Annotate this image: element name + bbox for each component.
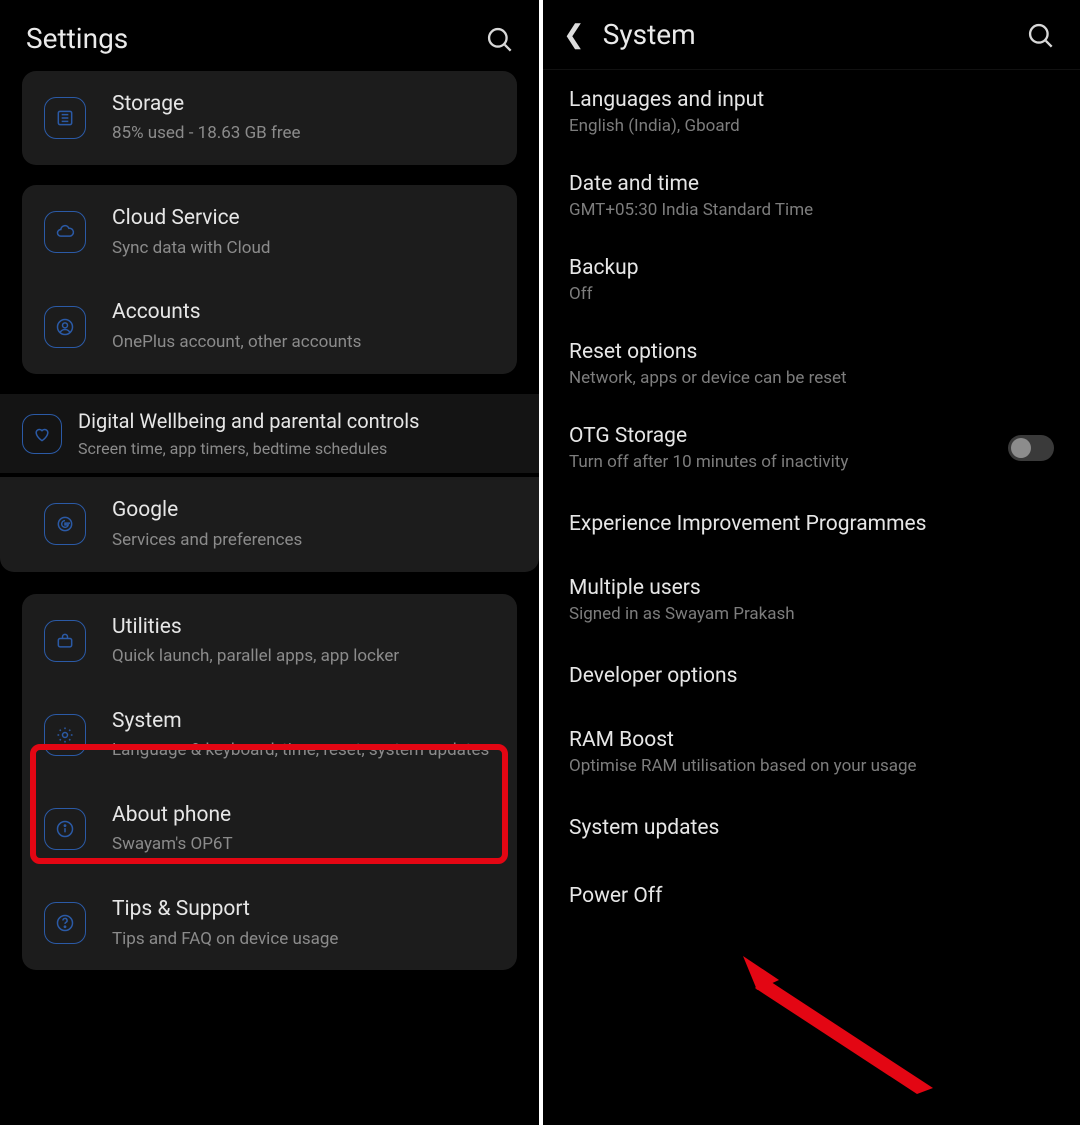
item-developer-options[interactable]: Developer options — [569, 642, 1054, 710]
item-sub: Services and preferences — [112, 529, 517, 552]
question-icon — [44, 902, 86, 944]
item-label: Accounts — [112, 299, 495, 326]
item-date-time[interactable]: Date and time GMT+05:30 India Standard T… — [569, 154, 1054, 238]
account-icon — [44, 306, 86, 348]
item-languages-input[interactable]: Languages and input English (India), Gbo… — [569, 70, 1054, 154]
item-sub: OnePlus account, other accounts — [112, 331, 495, 354]
item-otg-storage[interactable]: OTG Storage Turn off after 10 minutes of… — [569, 406, 1054, 490]
heart-icon — [22, 414, 62, 454]
item-accounts[interactable]: Accounts OnePlus account, other accounts — [22, 279, 517, 373]
item-utilities[interactable]: Utilities Quick launch, parallel apps, a… — [22, 594, 517, 688]
arrow-annotation — [733, 938, 943, 1098]
item-digital-wellbeing[interactable]: Digital Wellbeing and parental controls … — [0, 394, 539, 474]
item-sub: Screen time, app timers, bedtime schedul… — [78, 438, 517, 460]
item-label: About phone — [112, 802, 495, 829]
cloud-icon — [44, 211, 86, 253]
group-storage: Storage 85% used - 18.63 GB free — [22, 71, 517, 165]
back-icon[interactable]: ❮ — [563, 22, 585, 48]
toolbox-icon — [44, 620, 86, 662]
item-sub: Language & keyboard, time, reset, system… — [112, 739, 495, 762]
settings-pane: Settings Storage 85% used - 18.63 GB fre… — [0, 0, 539, 1125]
item-sub: English (India), Gboard — [569, 116, 1054, 136]
item-label: Date and time — [569, 172, 1054, 196]
item-power-off[interactable]: Power Off — [569, 862, 1054, 930]
item-label: OTG Storage — [569, 424, 1008, 448]
item-sub: Off — [569, 284, 1054, 304]
google-icon — [44, 503, 86, 545]
search-icon[interactable] — [485, 25, 513, 53]
item-google[interactable]: Google Services and preferences — [0, 477, 539, 571]
system-pane: ❮ System Languages and input English (In… — [543, 0, 1080, 1125]
item-sub: Network, apps or device can be reset — [569, 368, 1054, 388]
item-sub: Quick launch, parallel apps, app locker — [112, 645, 495, 668]
item-label: Reset options — [569, 340, 1054, 364]
storage-icon — [44, 97, 86, 139]
item-label: Multiple users — [569, 576, 1054, 600]
item-label: Digital Wellbeing and parental controls — [78, 408, 517, 434]
item-sub: Turn off after 10 minutes of inactivity — [569, 452, 1008, 472]
item-label: System updates — [569, 812, 1054, 844]
settings-title: Settings — [26, 22, 128, 55]
item-ram-boost[interactable]: RAM Boost Optimise RAM utilisation based… — [569, 710, 1054, 794]
item-cloud-service[interactable]: Cloud Service Sync data with Cloud — [22, 185, 517, 279]
item-sub: Signed in as Swayam Prakash — [569, 604, 1054, 624]
item-sub: GMT+05:30 India Standard Time — [569, 200, 1054, 220]
item-system[interactable]: System Language & keyboard, time, reset,… — [22, 688, 517, 782]
item-label: Utilities — [112, 614, 495, 641]
item-label: RAM Boost — [569, 728, 1054, 752]
item-sub: Sync data with Cloud — [112, 237, 495, 260]
system-header: ❮ System — [543, 0, 1080, 70]
group-system: Utilities Quick launch, parallel apps, a… — [22, 594, 517, 971]
search-icon[interactable] — [1026, 21, 1054, 49]
item-label: Cloud Service — [112, 205, 495, 232]
item-label: Backup — [569, 256, 1054, 280]
item-label: Google — [112, 497, 517, 524]
item-experience-programmes[interactable]: Experience Improvement Programmes — [569, 490, 1054, 558]
item-label: Tips & Support — [112, 896, 495, 923]
item-storage[interactable]: Storage 85% used - 18.63 GB free — [22, 71, 517, 165]
item-label: Storage — [112, 91, 495, 118]
settings-header: Settings — [0, 0, 539, 73]
item-sub: Tips and FAQ on device usage — [112, 928, 495, 951]
item-sub: 85% used - 18.63 GB free — [112, 122, 495, 145]
system-list[interactable]: Languages and input English (India), Gbo… — [543, 70, 1080, 930]
gear-icon — [44, 714, 86, 756]
otg-toggle[interactable] — [1008, 435, 1054, 461]
settings-list[interactable]: Storage 85% used - 18.63 GB free Cloud S… — [0, 71, 539, 1012]
group-cloud-accounts: Cloud Service Sync data with Cloud Accou… — [22, 185, 517, 373]
item-sub: Swayam's OP6T — [112, 833, 495, 856]
item-about-phone[interactable]: About phone Swayam's OP6T — [22, 782, 517, 876]
info-icon — [44, 808, 86, 850]
system-title: System — [603, 18, 696, 51]
item-label: Languages and input — [569, 88, 1054, 112]
item-backup[interactable]: Backup Off — [569, 238, 1054, 322]
item-sub: Optimise RAM utilisation based on your u… — [569, 756, 1054, 776]
item-tips-support[interactable]: Tips & Support Tips and FAQ on device us… — [22, 876, 517, 970]
item-label: Experience Improvement Programmes — [569, 508, 1054, 540]
item-multiple-users[interactable]: Multiple users Signed in as Swayam Praka… — [569, 558, 1054, 642]
item-system-updates[interactable]: System updates — [569, 794, 1054, 862]
item-reset-options[interactable]: Reset options Network, apps or device ca… — [569, 322, 1054, 406]
item-label: Developer options — [569, 660, 1054, 692]
item-label: Power Off — [569, 880, 1054, 912]
item-label: System — [112, 708, 495, 735]
